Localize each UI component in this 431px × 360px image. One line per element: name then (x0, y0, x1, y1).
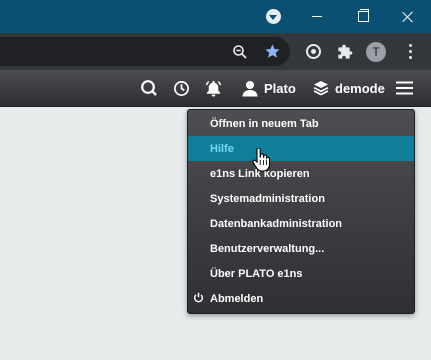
search-button[interactable] (140, 70, 158, 106)
menu-item-help[interactable]: Hilfe (188, 136, 414, 161)
chevron-down-icon (265, 9, 281, 24)
browser-menu-button[interactable] (396, 33, 424, 70)
history-button[interactable] (173, 70, 190, 106)
profile-dropdown-button[interactable] (250, 0, 296, 33)
avatar: T (366, 41, 386, 62)
menu-item-about[interactable]: Über PLATO e1ns (188, 261, 414, 286)
close-window-button[interactable] (385, 0, 431, 33)
hand-cursor-icon (252, 148, 270, 172)
bell-icon (205, 80, 222, 97)
main-dropdown-menu: Öffnen in neuem Tab Hilfe e1ns Link kopi… (187, 109, 415, 314)
minimize-icon (312, 16, 322, 17)
main-menu-button[interactable] (396, 70, 413, 106)
menu-item-open-new-tab[interactable]: Öffnen in neuem Tab (188, 111, 414, 136)
star-icon (264, 44, 280, 58)
zoom-button[interactable] (226, 33, 254, 70)
database-menu[interactable]: demode (313, 70, 385, 106)
menu-item-copy-link[interactable]: e1ns Link kopieren (188, 161, 414, 186)
restore-button[interactable] (340, 0, 386, 33)
user-icon (242, 80, 258, 96)
puzzle-icon (338, 44, 353, 59)
search-icon (141, 80, 157, 96)
user-name: Plato (264, 80, 296, 96)
database-name: demode (335, 80, 385, 96)
close-icon (402, 11, 414, 23)
layers-icon (313, 81, 329, 96)
extension-button[interactable] (299, 33, 327, 70)
menu-item-user-management[interactable]: Benutzerverwaltung... (188, 236, 414, 261)
restore-icon (357, 9, 369, 22)
more-vertical-icon (408, 44, 412, 59)
browser-title-bar (0, 0, 431, 33)
menu-item-logout[interactable]: Abmelden (188, 286, 414, 311)
extensions-menu-button[interactable] (331, 33, 359, 70)
extension-circle-icon (305, 44, 321, 59)
profile-button[interactable]: T (362, 33, 390, 70)
clock-icon (174, 80, 189, 96)
zoom-out-icon (233, 44, 247, 59)
minimize-button[interactable] (294, 0, 340, 33)
browser-toolbar: T (0, 33, 431, 70)
menu-item-system-admin[interactable]: Systemadministration (188, 186, 414, 211)
hamburger-icon (396, 81, 413, 95)
power-icon (193, 292, 204, 303)
app-header: Plato demode (0, 70, 431, 107)
user-menu[interactable]: Plato (242, 70, 296, 106)
bookmark-button[interactable] (258, 33, 286, 70)
menu-item-database-admin[interactable]: Datenbankadministration (188, 211, 414, 236)
notifications-button[interactable] (204, 70, 223, 106)
